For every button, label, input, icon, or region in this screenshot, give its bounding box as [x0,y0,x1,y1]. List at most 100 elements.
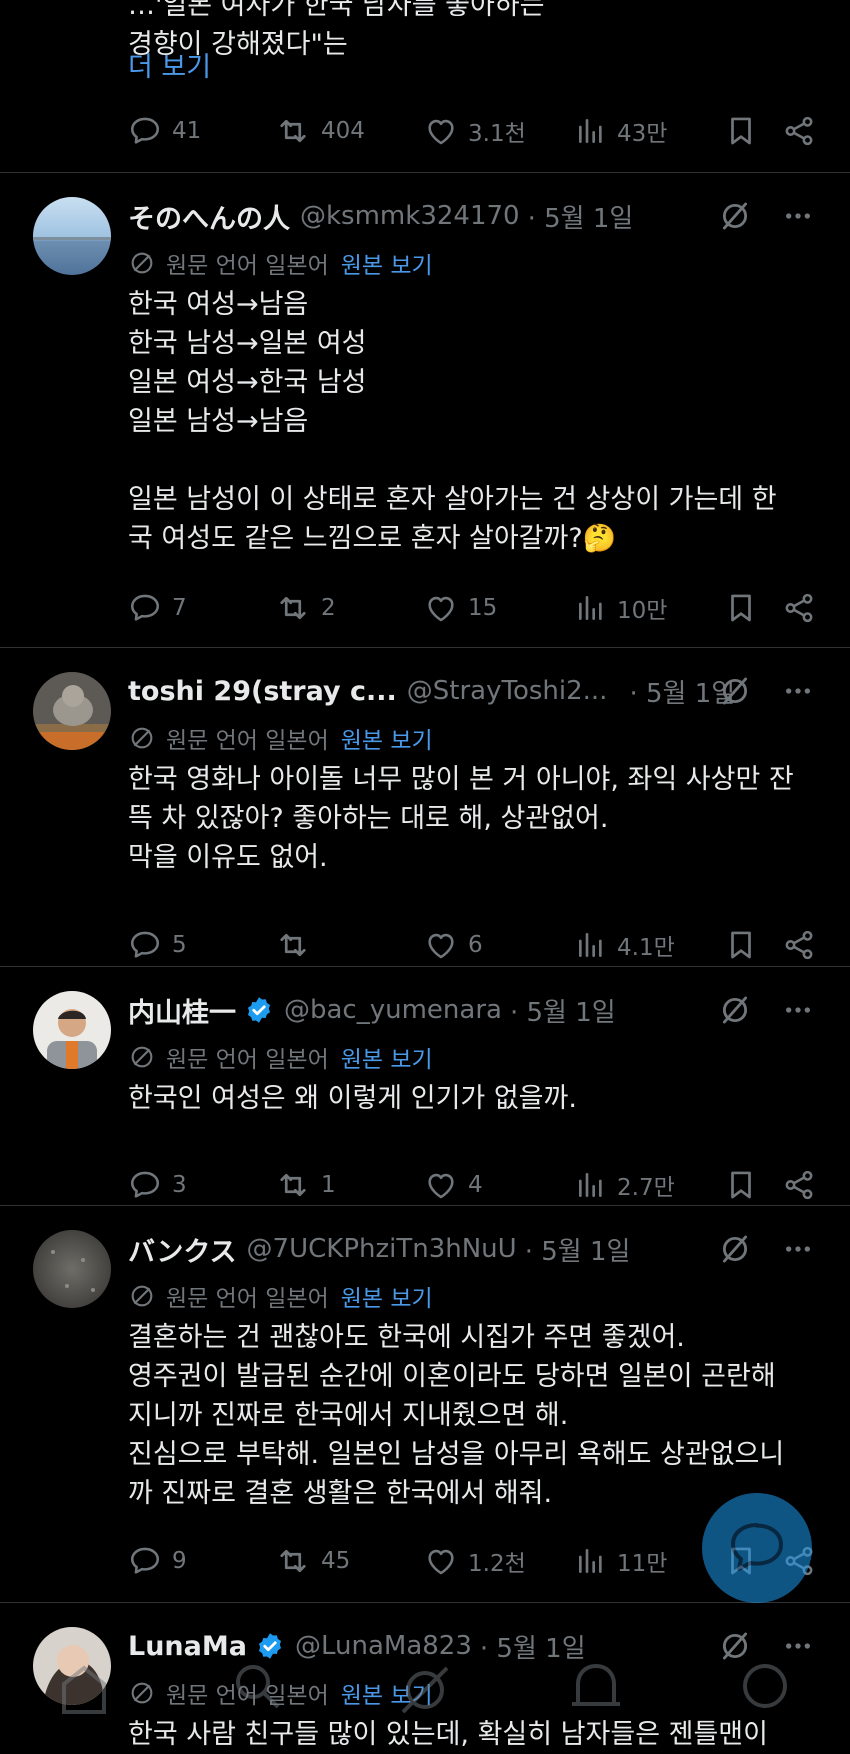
bookmark-icon [724,1168,758,1202]
reply-button[interactable]: 5 [128,923,187,967]
reply-icon [128,1168,162,1202]
notifications-icon[interactable] [572,1663,620,1706]
reply-button[interactable]: 9 [128,1539,187,1583]
post-line: 일본 남성→남음 [128,406,309,437]
avatar[interactable] [33,1230,111,1308]
reply-button[interactable]: 3 [128,1163,187,1207]
repost-button[interactable] [275,923,321,967]
action-bar: 3 1 4 2.7만 [128,1163,818,1207]
post-date[interactable]: · 5월 1일 [528,198,634,235]
grok-icon[interactable] [718,199,752,233]
view-count: 10만 [617,598,668,624]
divider [0,647,850,648]
show-original-link[interactable]: 원본 보기 [341,1040,433,1074]
post-line: 지니까 진짜로 한국에서 지내줬으면 해. [128,1400,569,1431]
repost-button[interactable]: 404 [275,109,365,153]
bookmark-button[interactable] [724,1163,768,1207]
views-icon [575,115,607,147]
repost-icon [275,927,311,963]
repost-button[interactable]: 1 [275,1163,336,1207]
search-icon[interactable] [236,1665,280,1709]
like-button[interactable]: 6 [424,923,483,967]
views-button[interactable]: 2.7만 [575,1163,675,1207]
compose-fab-button[interactable] [702,1493,812,1603]
heart-icon [424,1168,458,1202]
view-count: 43만 [617,121,668,147]
like-count: 6 [468,932,483,958]
divider [0,172,850,173]
translation-note: 원문 언어 일본어 원본 보기 [128,1278,433,1314]
like-button[interactable]: 4 [424,1163,483,1207]
show-original-link[interactable]: 원본 보기 [341,721,433,755]
more-icon[interactable] [782,994,814,1026]
grok-icon[interactable] [718,674,752,708]
repost-icon [275,113,311,149]
more-icon[interactable] [782,1233,814,1265]
bookmark-icon [724,928,758,962]
reply-button[interactable]: 41 [128,109,201,153]
show-original-link[interactable]: 원본 보기 [341,246,433,280]
avatar[interactable] [33,991,111,1069]
display-name[interactable]: バンクス [128,1230,237,1269]
show-more-link[interactable]: 더 보기 [128,48,818,87]
avatar[interactable] [33,197,111,275]
display-name[interactable]: toshi 29(stray c... [128,676,397,707]
like-button[interactable]: 3.1천 [424,109,526,153]
heart-icon [424,591,458,625]
bookmark-button[interactable] [724,586,768,630]
grok-nav-icon[interactable] [401,1666,449,1714]
post-line: 한국인 여성은 왜 이렇게 인기가 없을까. [128,1083,577,1114]
repost-count: 45 [321,1548,351,1574]
user-handle[interactable]: @bac_yumenara [284,995,502,1025]
post-date[interactable]: · 5월 1일 [510,992,616,1029]
bookmark-button[interactable] [724,923,768,967]
post-date[interactable]: · 5월 1일 [525,1231,631,1268]
views-button[interactable]: 4.1만 [575,923,675,967]
bookmark-icon [724,114,758,148]
reply-count: 41 [172,118,202,144]
bottom-nav [0,1640,850,1744]
display-name[interactable]: 内山桂一 [128,991,236,1030]
translation-label: 원문 언어 일본어 [166,728,329,754]
more-icon[interactable] [782,675,814,707]
user-handle[interactable]: @StrayToshi2... [407,676,608,706]
views-icon [575,592,607,624]
translation-label: 원문 언어 일본어 [166,1047,329,1073]
share-button[interactable] [782,1163,826,1207]
translate-icon [128,249,156,277]
compose-reply-icon [731,1523,783,1571]
like-count: 3.1천 [468,121,526,147]
like-button[interactable]: 15 [424,586,497,630]
grok-icon[interactable] [718,993,752,1027]
messages-icon[interactable] [743,1664,787,1708]
share-button[interactable] [782,586,826,630]
repost-button[interactable]: 2 [275,586,336,630]
translate-icon [128,1043,156,1071]
home-icon[interactable] [62,1665,106,1714]
user-handle[interactable]: @ksmmk324170 [300,201,520,231]
post-body: 한국인 여성은 왜 이렇게 인기가 없을까. [128,1079,818,1118]
grok-icon[interactable] [718,1232,752,1266]
user-handle[interactable]: @7UCKPhziTn3hNuU [247,1234,517,1264]
bookmark-button[interactable] [724,109,768,153]
display-name[interactable]: そのへんの人 [128,197,290,236]
share-button[interactable] [782,109,826,153]
views-button[interactable]: 43만 [575,109,667,153]
views-button[interactable]: 10만 [575,586,667,630]
post-line: 결혼하는 건 괜찮아도 한국에 시집가 주면 좋겠어. [128,1322,685,1353]
translation-note: 원문 언어 일본어 원본 보기 [128,720,433,756]
post-line: 국 여성도 같은 느낌으로 혼자 살아갈까?🤔 [128,523,617,554]
more-icon[interactable] [782,200,814,232]
post-line: …'일본 여자가 한국 남자를 좋아하는 [128,0,545,21]
show-original-link[interactable]: 원본 보기 [341,1279,433,1313]
views-button[interactable]: 11만 [575,1539,667,1583]
avatar[interactable] [33,672,111,750]
like-button[interactable]: 1.2천 [424,1539,526,1583]
reply-count: 9 [172,1548,187,1574]
views-icon [575,1545,607,1577]
reply-button[interactable]: 7 [128,586,187,630]
repost-button[interactable]: 45 [275,1539,350,1583]
reply-icon [128,114,162,148]
share-button[interactable] [782,923,826,967]
like-count: 4 [468,1172,483,1198]
